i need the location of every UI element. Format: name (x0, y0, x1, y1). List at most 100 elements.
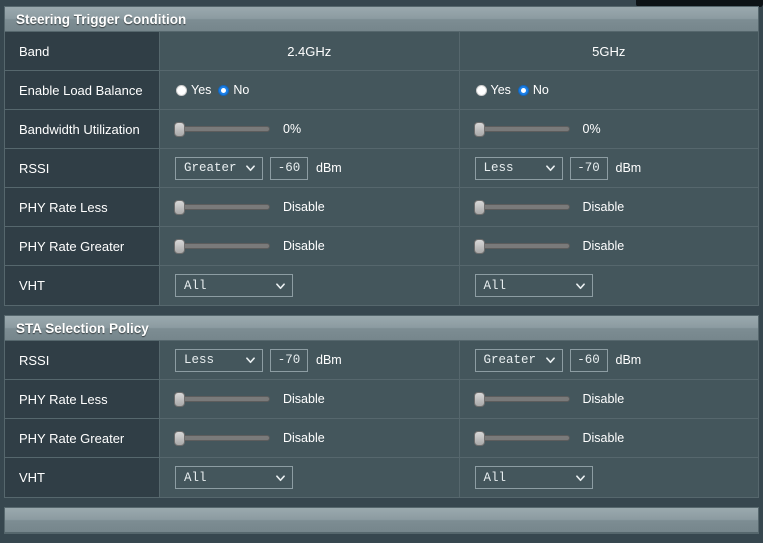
slider-cell: Disable (160, 188, 459, 226)
vht-value: All (184, 470, 207, 485)
chevron-down-icon (276, 282, 285, 289)
slider-handle[interactable] (174, 431, 185, 446)
slider-control[interactable] (174, 392, 270, 407)
slider-control[interactable] (174, 200, 270, 215)
vht-select[interactable]: All (175, 466, 293, 489)
slider-value: Disable (582, 392, 625, 406)
settings-page: Steering Trigger Condition Band 2.4GHz 5GHz… (4, 6, 759, 543)
slider-track[interactable] (174, 243, 270, 249)
rssi-value-input[interactable]: -60 (270, 156, 308, 180)
slider-value: 0% (582, 122, 601, 136)
slider-track[interactable] (174, 204, 270, 210)
radio-group[interactable]: Yes No (170, 83, 249, 97)
slider-handle[interactable] (473, 431, 485, 446)
table-row: RSSI Greater -60 dBm Less -70 dBm (5, 149, 758, 188)
slider-value: Disable (582, 239, 625, 253)
slider-handle[interactable] (174, 392, 185, 407)
table-row: PHY Rate Less Disable Disable (5, 188, 758, 227)
radio-yes-icon[interactable] (176, 84, 187, 96)
slider-control[interactable] (473, 200, 570, 215)
radio-label: No (233, 83, 250, 97)
slider-track[interactable] (473, 204, 570, 210)
radio-label: Yes (191, 83, 212, 97)
table-row: VHT All All (5, 458, 758, 497)
slider-control[interactable] (174, 122, 270, 137)
slider-track[interactable] (174, 435, 270, 441)
band-name: 5GHz (592, 43, 626, 59)
table-row: Bandwidth Utilization 0% 0% (5, 110, 758, 149)
rssi-value-input[interactable]: -70 (569, 156, 608, 180)
slider-value: Disable (283, 200, 325, 214)
table-row: Enable Load Balance Yes No Yes No (5, 71, 758, 110)
chevron-down-icon (246, 357, 255, 364)
band-cell: 5GHz (458, 32, 758, 70)
slider-wrap: Disable (470, 200, 625, 215)
unit-label: dBm (316, 353, 342, 367)
row-label-vht: VHT (5, 458, 160, 497)
comparator-select[interactable]: Less (175, 348, 263, 372)
row-label-phy-rate-less: PHY Rate Less (5, 188, 160, 226)
radio-option-no[interactable]: No (218, 83, 249, 97)
slider-handle[interactable] (473, 200, 485, 215)
radio-option-no[interactable]: No (517, 83, 549, 97)
slider-track[interactable] (174, 396, 270, 402)
table-row: PHY Rate Less Disable Disable (5, 380, 758, 419)
slider-value: Disable (283, 431, 325, 445)
table-row: VHT All All (5, 266, 758, 305)
slider-value: Disable (582, 200, 625, 214)
slider-value: Disable (283, 392, 325, 406)
radio-yes-icon[interactable] (475, 84, 487, 96)
radio-cell: Yes No (160, 71, 459, 109)
rssi-value-input[interactable]: -70 (270, 348, 308, 372)
vht-select[interactable]: All (474, 466, 593, 489)
chevron-down-icon (575, 474, 585, 481)
slider-control[interactable] (473, 122, 570, 137)
slider-track[interactable] (174, 126, 270, 132)
slider-cell: Disable (458, 419, 758, 457)
vht-select[interactable]: All (474, 274, 593, 297)
slider-wrap: 0% (170, 122, 301, 137)
slider-handle[interactable] (473, 392, 485, 407)
slider-control[interactable] (174, 431, 270, 446)
vht-value: All (483, 278, 507, 293)
row-label-vht: VHT (5, 266, 160, 305)
comparator-select[interactable]: Greater (474, 348, 563, 372)
table-row: Band 2.4GHz 5GHz (5, 32, 758, 71)
comparator-select[interactable]: Greater (175, 156, 263, 180)
slider-track[interactable] (473, 126, 570, 132)
radio-group[interactable]: Yes No (470, 83, 549, 97)
select-cell: All (458, 266, 758, 305)
slider-control[interactable] (174, 239, 270, 254)
slider-wrap: Disable (170, 431, 325, 446)
slider-handle[interactable] (473, 239, 485, 254)
slider-track[interactable] (473, 243, 570, 249)
select-cell: All (160, 458, 459, 497)
slider-control[interactable] (473, 392, 570, 407)
select-cell: All (458, 458, 758, 497)
panel-next (4, 507, 759, 534)
radio-option-yes[interactable]: Yes (176, 83, 211, 97)
radio-option-yes[interactable]: Yes (475, 83, 511, 97)
slider-handle[interactable] (473, 122, 485, 137)
slider-handle[interactable] (174, 122, 185, 137)
slider-track[interactable] (473, 435, 570, 441)
row-label-phy-rate-greater: PHY Rate Greater (5, 227, 160, 265)
radio-label: Yes (490, 83, 511, 97)
slider-control[interactable] (473, 431, 570, 446)
radio-no-icon[interactable] (218, 84, 230, 96)
radio-no-icon[interactable] (517, 84, 529, 96)
panel-steering-trigger-condition: Steering Trigger Condition Band 2.4GHz 5GHz… (4, 6, 759, 306)
chevron-down-icon (276, 474, 285, 481)
slider-handle[interactable] (174, 239, 185, 254)
chevron-down-icon (545, 357, 555, 364)
vht-select[interactable]: All (175, 274, 293, 297)
slider-cell: Disable (160, 419, 459, 457)
comparator-select[interactable]: Less (474, 156, 563, 180)
slider-control[interactable] (473, 239, 570, 254)
slider-track[interactable] (473, 396, 570, 402)
slider-cell: Disable (160, 227, 459, 265)
rssi-value-input[interactable]: -60 (569, 348, 608, 372)
slider-handle[interactable] (174, 200, 185, 215)
table-row: PHY Rate Greater Disable Disable (5, 227, 758, 266)
radio-cell: Yes No (458, 71, 758, 109)
